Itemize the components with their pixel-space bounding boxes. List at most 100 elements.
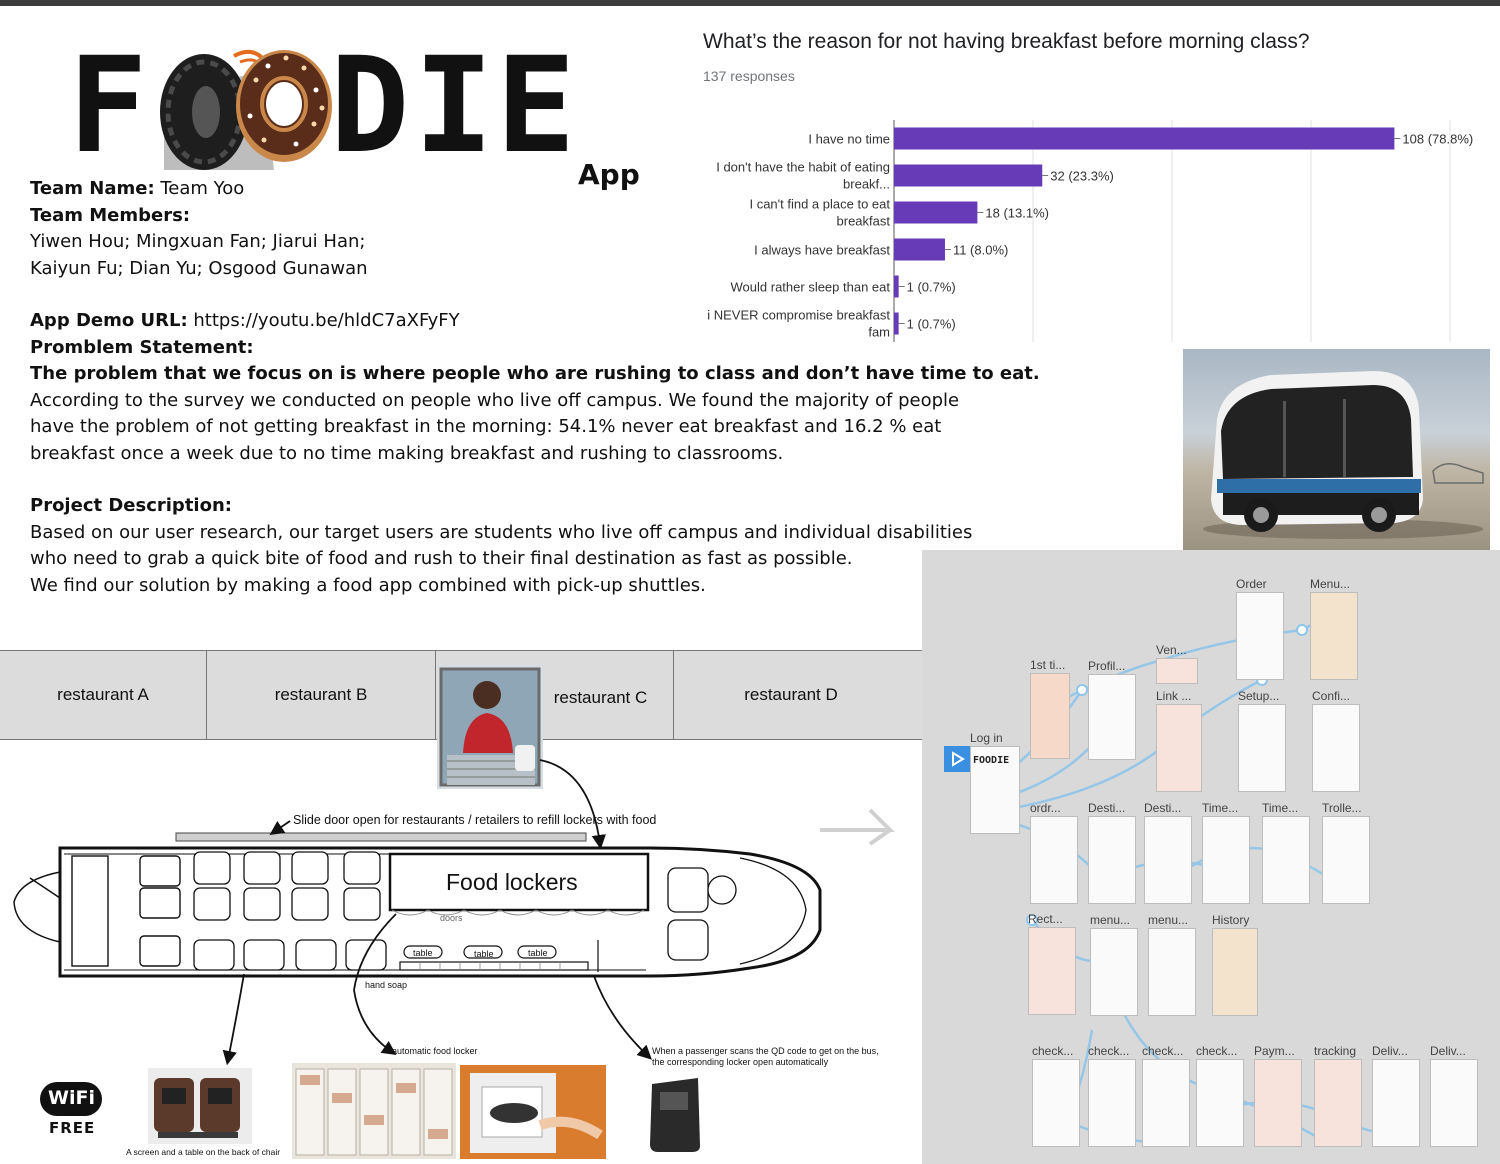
wf-screen-login[interactable]: FOODIE [970, 746, 1020, 834]
wf-label-menu-1: menu... [1090, 913, 1131, 927]
wf-screen-payment[interactable] [1254, 1059, 1302, 1147]
chart-category-label: I always have breakfast [754, 243, 890, 258]
wf-screen-menu-2[interactable] [1148, 928, 1196, 1016]
logo-letter-f: F [68, 29, 148, 183]
wf-screen-order[interactable] [1236, 592, 1284, 680]
chart-category-label: I don't have the habit of eating [716, 160, 890, 175]
scan-note-line-2: the corresponding locker open automatica… [652, 1057, 829, 1067]
chart-bar [894, 164, 1043, 187]
chart-value-label: 1 (0.7%) [907, 317, 956, 332]
wf-screen-first-time[interactable] [1030, 673, 1070, 759]
wf-screen-trolley[interactable] [1322, 816, 1370, 904]
wf-screen-delivery-2[interactable] [1430, 1059, 1478, 1147]
wifi-free-badge: WiFi FREE [40, 1082, 104, 1138]
wf-screen-setup[interactable] [1238, 704, 1286, 792]
table-label-3: table [528, 948, 548, 958]
wf-label-trolley: Trolle... [1322, 801, 1362, 815]
wf-label-vendor: Ven... [1156, 643, 1187, 657]
wf-mini-logo: FOODIE [973, 755, 1010, 766]
chart-value-label: 11 (8.0%) [953, 243, 1008, 258]
wf-label-checkout-3: check... [1142, 1044, 1184, 1058]
locker-wall-photo [292, 1063, 456, 1159]
wf-label-recommend: Rect... [1028, 912, 1063, 926]
chart-category-label: breakf... [843, 177, 890, 192]
wf-label-first-time: 1st ti... [1030, 658, 1066, 672]
wf-label-link: Link ... [1156, 689, 1192, 703]
wf-label-login: Log in [970, 731, 1003, 745]
wf-screen-time-2[interactable] [1262, 816, 1310, 904]
wf-screen-vendor[interactable] [1156, 658, 1198, 684]
wf-screen-destination-1[interactable] [1088, 816, 1136, 904]
wf-label-destination-2: Desti... [1144, 801, 1182, 815]
wf-label-tracking: tracking [1314, 1044, 1357, 1058]
wifi-label: WiFi [48, 1087, 95, 1109]
wf-label-payment: Paym... [1254, 1044, 1295, 1058]
automatic-locker-label: automatic food locker [392, 1046, 478, 1056]
chart-category-label: Would rather sleep than eat [731, 280, 891, 295]
wf-label-profile: Profil... [1088, 659, 1126, 673]
wf-screen-menu[interactable] [1310, 592, 1358, 680]
wf-screen-link[interactable] [1156, 704, 1202, 792]
wf-label-menu: Menu... [1310, 577, 1351, 591]
wf-screen-profile[interactable] [1088, 674, 1136, 760]
demo-url-link[interactable]: https://youtu.be/hldC7aXFyFY [193, 310, 459, 331]
wf-screen-confirm[interactable] [1312, 704, 1360, 792]
qr-scanner-photo [646, 1074, 704, 1154]
wf-screen-checkout-1[interactable] [1032, 1059, 1080, 1147]
wf-label-order: Order [1236, 577, 1267, 591]
wf-label-checkout-1: check... [1032, 1044, 1074, 1058]
project-line-1: Based on our user research, our target u… [30, 521, 973, 543]
project-line-3: We find our solution by making a food ap… [30, 574, 706, 596]
chart-category-label: I have no time [808, 132, 890, 147]
chart-value-label: 1 (0.7%) [907, 280, 956, 295]
wf-screen-destination-2[interactable] [1144, 816, 1192, 904]
survey-bar-chart: 108 (78.8%) I have no time 32 (23.3%) I don… [707, 120, 1473, 342]
wf-screen-time-1[interactable] [1202, 816, 1250, 904]
wf-screen-checkout-2[interactable] [1088, 1059, 1136, 1147]
wf-label-time-1: Time... [1202, 801, 1239, 815]
wf-screen-delivery-1[interactable] [1372, 1059, 1420, 1147]
chart-subtitle: 137 responses [703, 68, 795, 84]
wf-screen-tracking[interactable] [1314, 1059, 1362, 1147]
hand-soap-label: hand soap [365, 980, 408, 990]
wf-label-menu-2: menu... [1148, 913, 1189, 927]
shuttle-illustration [1203, 371, 1484, 539]
locker-pickup-photo [460, 1065, 606, 1159]
play-icon[interactable] [944, 746, 970, 772]
wf-label-history: History [1212, 913, 1250, 927]
problem-line-2: have the problem of not getting breakfas… [30, 416, 942, 437]
wireframe-flow-panel: Log in FOODIE Order Menu... 1st ti... Pr… [922, 550, 1500, 1164]
wf-screen-checkout-3[interactable] [1142, 1059, 1190, 1147]
wf-screen-history[interactable] [1212, 928, 1258, 1016]
wf-screen-order-2[interactable] [1030, 816, 1078, 904]
chart-bar [894, 127, 1395, 150]
wf-label-checkout-4: check... [1196, 1044, 1238, 1058]
project-description-label: Project Description: [30, 495, 232, 516]
shuttle-photo [1183, 349, 1490, 550]
slide-door-note: Slide door open for restaurants / retail… [293, 813, 657, 827]
logo-letter-i: I [414, 29, 494, 183]
team-name-label: Team Name: [30, 178, 155, 199]
chart-bar [894, 238, 945, 261]
wf-screen-recommend[interactable] [1028, 927, 1076, 1015]
chart-category-label: I can't find a place to eat [749, 197, 890, 212]
chart-category-label: breakfast [837, 214, 891, 229]
scan-note-line-1: When a passenger scans the QD code to ge… [652, 1046, 879, 1056]
chair-note: A screen and a table on the back of chai… [126, 1147, 281, 1157]
chart-category-label: i NEVER compromise breakfast [707, 308, 890, 323]
chart-bar [894, 275, 899, 298]
chart-value-label: 32 (23.3%) [1050, 169, 1114, 184]
chart-value-label: 108 (78.8%) [1402, 132, 1473, 147]
chart-bar [894, 312, 899, 335]
food-lockers-label: Food lockers [446, 869, 578, 895]
wf-label-setup: Setup... [1238, 689, 1280, 703]
chart-value-label: 18 (13.1%) [985, 206, 1049, 221]
doors-label: doors [440, 913, 463, 923]
table-label-2: table [474, 949, 494, 959]
wf-label-destination-1: Desti... [1088, 801, 1126, 815]
problem-line-1: According to the survey we conducted on … [30, 389, 960, 411]
wf-screen-checkout-4[interactable] [1196, 1059, 1244, 1147]
wf-label-time-2: Time... [1262, 801, 1299, 815]
problem-line-3: breakfast once a week due to no time mak… [30, 442, 784, 464]
wf-screen-menu-1[interactable] [1090, 928, 1138, 1016]
